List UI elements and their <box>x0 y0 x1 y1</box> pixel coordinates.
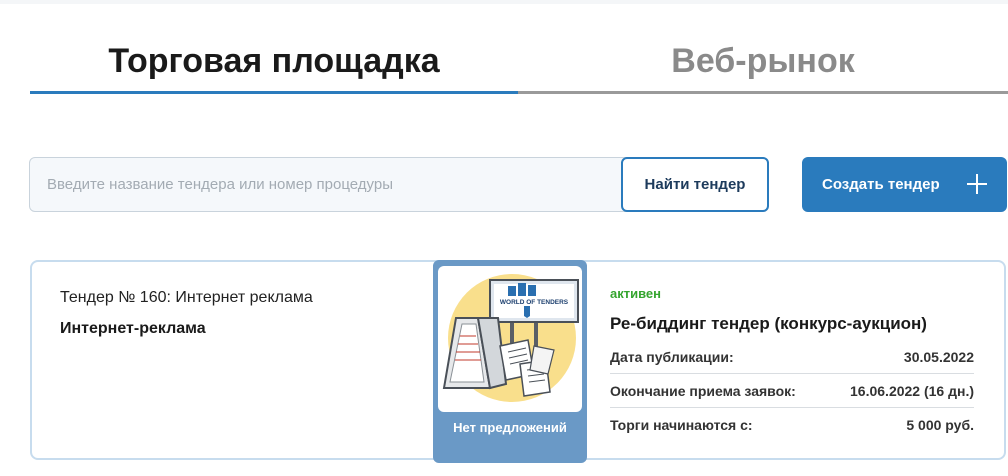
publication-date-row: Дата публикации: 30.05.2022 <box>610 340 974 374</box>
starting-price-row: Торги начинаются с: 5 000 руб. <box>610 408 974 442</box>
tender-illustration: WORLD OF TENDERS <box>438 266 582 412</box>
tab-trading-platform[interactable]: Торговая площадка <box>30 38 518 94</box>
row-value: 5 000 руб. <box>906 417 974 433</box>
search-input[interactable] <box>30 158 620 211</box>
row-value: 30.05.2022 <box>903 349 974 365</box>
offers-panel[interactable]: WORLD OF TENDERS Нет предложений <box>433 260 587 463</box>
row-label: Окончание приема заявок: <box>610 383 796 399</box>
row-label: Дата публикации: <box>610 349 734 365</box>
tabs: Торговая площадка Веб-рынок <box>30 38 1008 94</box>
procedure-type: Ре-биддинг тендер (конкурс-аукцион) <box>610 314 927 333</box>
tender-card[interactable]: Тендер № 160: Интернет реклама Интернет-… <box>30 260 1006 463</box>
create-tender-label: Создать тендер <box>822 176 940 193</box>
row-label: Торги начинаются с: <box>610 417 753 433</box>
deadline-row: Окончание приема заявок: 16.06.2022 (16 … <box>610 374 974 408</box>
tender-title[interactable]: Тендер № 160: Интернет реклама <box>60 289 313 307</box>
status-badge: активен <box>610 286 661 301</box>
top-strip <box>0 0 1008 4</box>
tender-category: Интернет-реклама <box>60 320 206 337</box>
plus-icon <box>967 174 987 194</box>
row-value: 16.06.2022 (16 дн.) <box>850 383 974 399</box>
create-tender-button[interactable]: Создать тендер <box>802 157 1007 212</box>
offers-count-label: Нет предложений <box>453 420 567 435</box>
find-tender-button[interactable]: Найти тендер <box>621 157 769 212</box>
billboard-text: WORLD OF TENDERS <box>500 299 569 306</box>
search-bar: Найти тендер <box>29 157 769 212</box>
tab-web-market[interactable]: Веб-рынок <box>518 38 1008 94</box>
